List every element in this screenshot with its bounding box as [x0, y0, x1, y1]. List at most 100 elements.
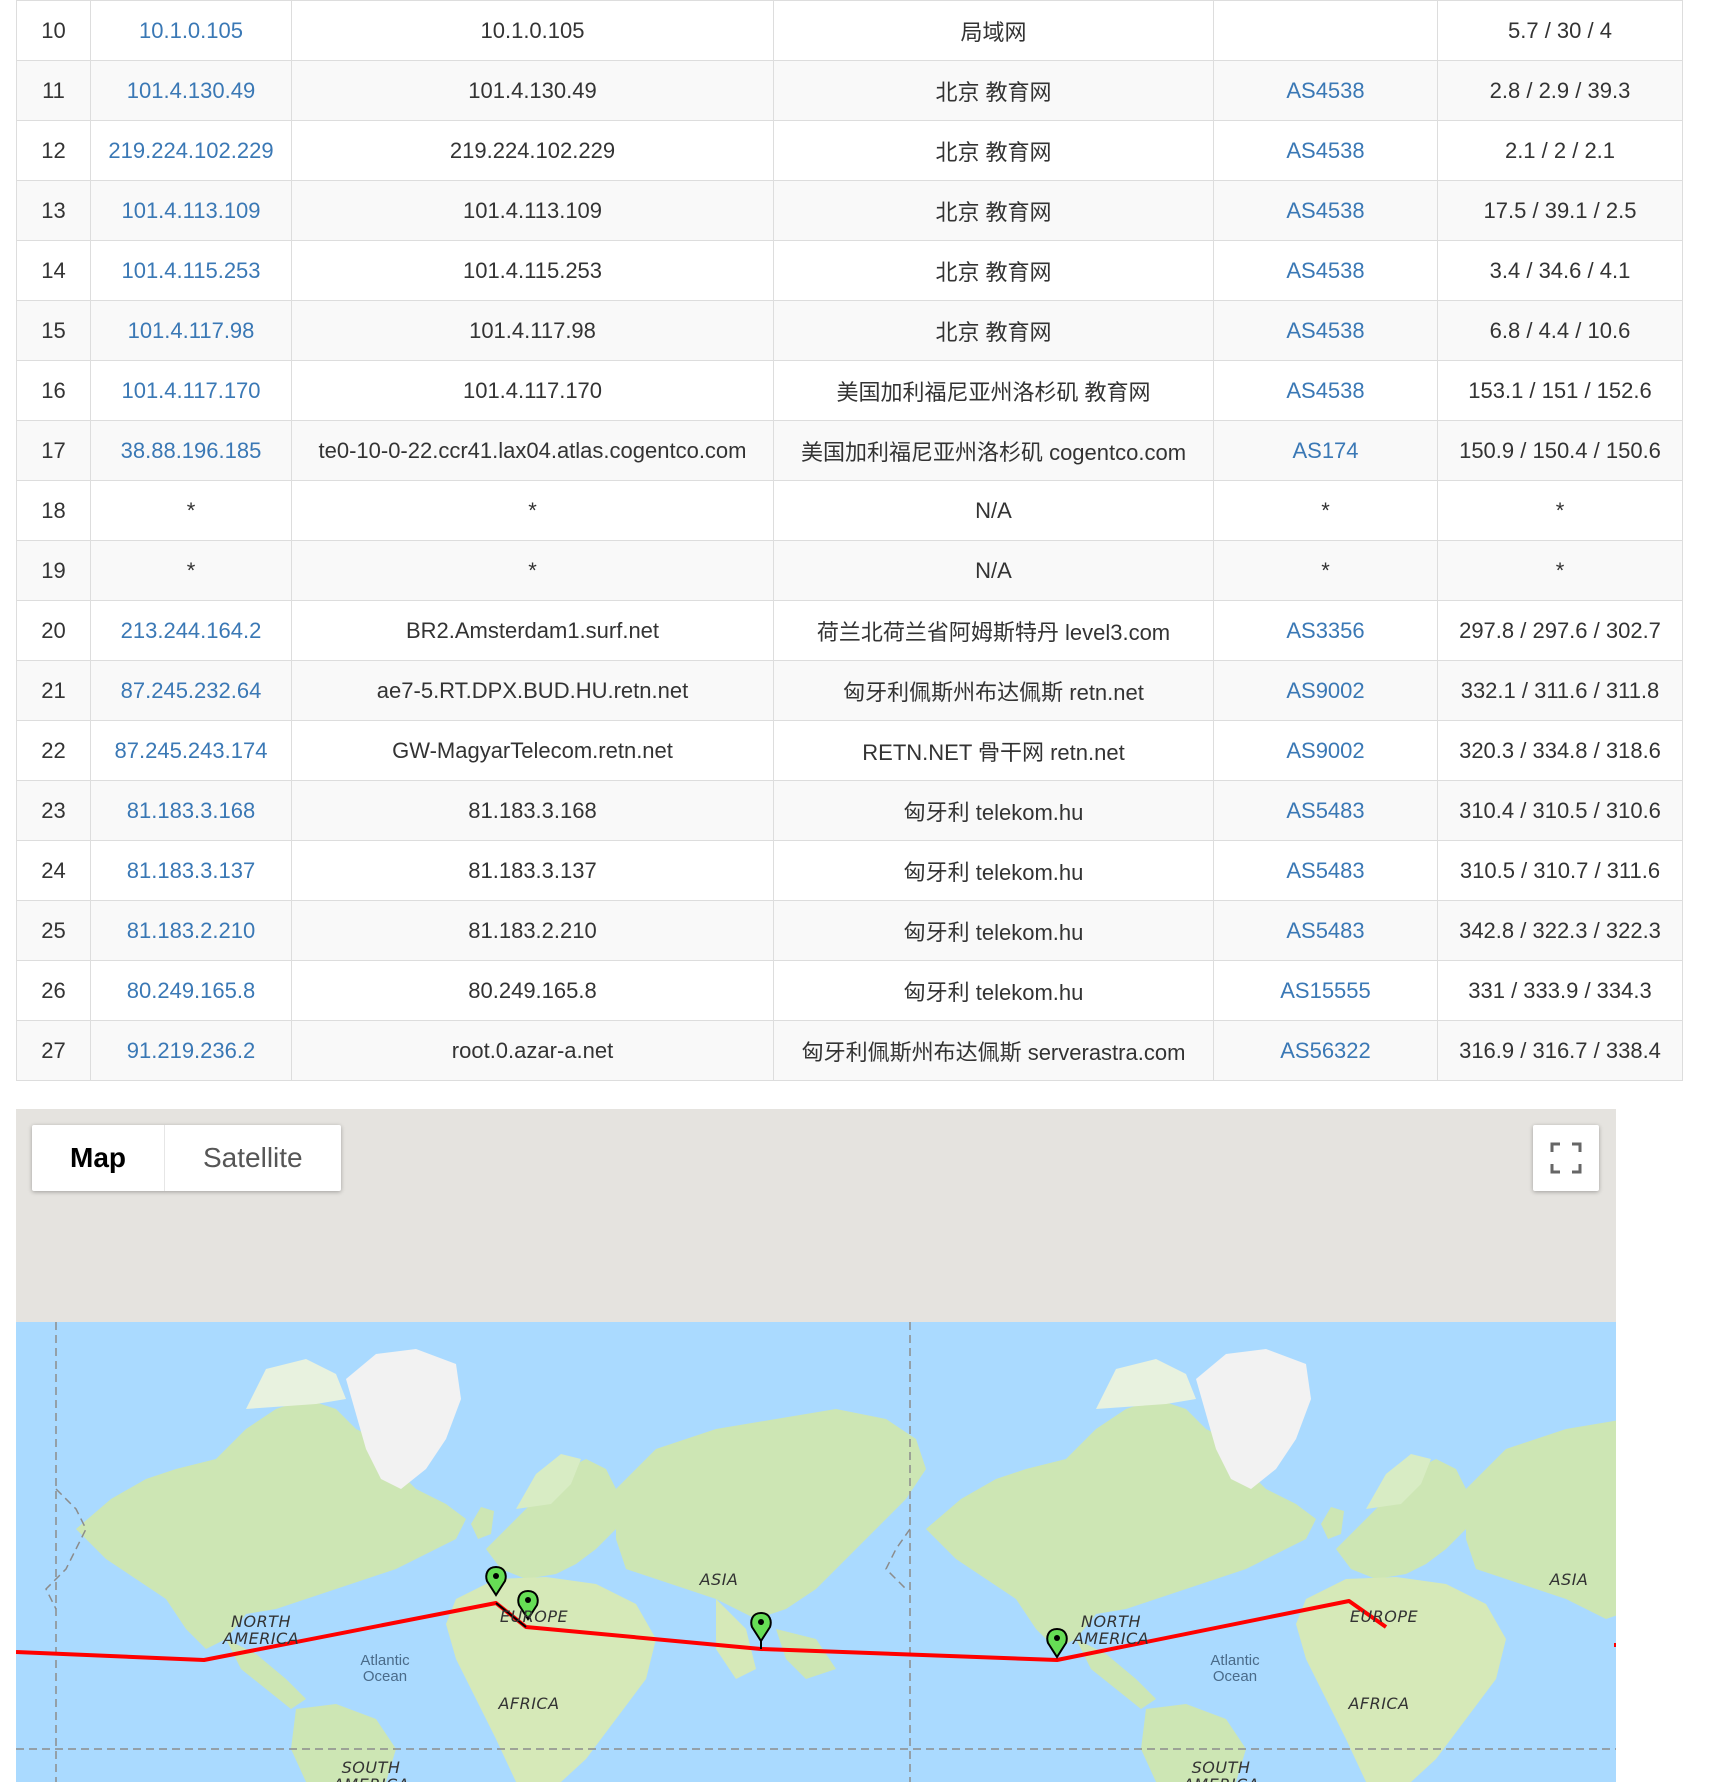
table-row: 18 * * N/A * *	[16, 480, 1683, 541]
ip-link[interactable]: 213.244.164.2	[90, 600, 292, 661]
route-map[interactable]: NORTH AMERICA EUROPE ASIA AFRICA SOUTH A…	[16, 1109, 1616, 1782]
location-cell: N/A	[773, 540, 1214, 601]
latency-cell: 3.4 / 34.6 / 4.1	[1437, 240, 1683, 301]
ip-link: *	[90, 540, 292, 601]
asn-link	[1213, 0, 1438, 61]
hostname-cell: BR2.Amsterdam1.surf.net	[291, 600, 774, 661]
asn-link[interactable]: AS4538	[1213, 120, 1438, 181]
hop-number-cell: 25	[16, 900, 91, 961]
asn-link[interactable]: AS4538	[1213, 360, 1438, 421]
traceroute-table-container: 10 10.1.0.105 10.1.0.105 局域网 5.7 / 30 / 4 11 1…	[16, 0, 1683, 1081]
ip-link[interactable]: 38.88.196.185	[90, 420, 292, 481]
location-cell: 北京 教育网	[773, 60, 1214, 121]
ip-link[interactable]: 101.4.117.98	[90, 300, 292, 361]
table-row: 13 101.4.113.109 101.4.113.109 北京 教育网 AS4538…	[16, 180, 1683, 241]
ip-link[interactable]: 81.183.3.137	[90, 840, 292, 901]
location-cell: 荷兰北荷兰省阿姆斯特丹 level3.com	[773, 600, 1214, 661]
location-cell: 局域网	[773, 0, 1214, 61]
hop-number-cell: 20	[16, 600, 91, 661]
hostname-cell: GW-MagyarTelecom.retn.net	[291, 720, 774, 781]
location-cell: 美国加利福尼亚州洛杉矶 cogentco.com	[773, 420, 1214, 481]
ip-link[interactable]: 87.245.232.64	[90, 660, 292, 721]
map-label-europe: EUROPE	[499, 1607, 569, 1626]
table-row: 27 91.219.236.2 root.0.azar-a.net 匈牙利佩斯州布达佩…	[16, 1020, 1683, 1081]
map-label-atlantic: Atlantic Ocean	[1210, 1652, 1260, 1685]
hop-number-cell: 27	[16, 1020, 91, 1081]
table-row: 24 81.183.3.137 81.183.3.137 匈牙利 telekom.hu…	[16, 840, 1683, 901]
asn-link[interactable]: AS5483	[1213, 840, 1438, 901]
asn-link[interactable]: AS15555	[1213, 960, 1438, 1021]
hostname-cell: *	[291, 480, 774, 541]
asn-link[interactable]: AS9002	[1213, 660, 1438, 721]
ip-link[interactable]: 101.4.117.170	[90, 360, 292, 421]
table-row: 19 * * N/A * *	[16, 540, 1683, 601]
location-cell: 匈牙利 telekom.hu	[773, 900, 1214, 961]
latency-cell: 310.4 / 310.5 / 310.6	[1437, 780, 1683, 841]
asn-link[interactable]: AS4538	[1213, 60, 1438, 121]
latency-cell: 5.7 / 30 / 4	[1437, 0, 1683, 61]
asn-link[interactable]: AS4538	[1213, 240, 1438, 301]
latency-cell: 316.9 / 316.7 / 338.4	[1437, 1020, 1683, 1081]
map-label-south-america: SOUTH AMERICA	[333, 1758, 409, 1782]
hostname-cell: *	[291, 540, 774, 601]
location-cell: 北京 教育网	[773, 240, 1214, 301]
hostname-cell: 10.1.0.105	[291, 0, 774, 61]
ip-link[interactable]: 10.1.0.105	[90, 0, 292, 61]
map-label-south-america: SOUTH AMERICA	[1183, 1758, 1259, 1782]
asn-link[interactable]: AS174	[1213, 420, 1438, 481]
map-label-africa: AFRICA	[498, 1694, 560, 1713]
location-cell: RETN.NET 骨干网 retn.net	[773, 720, 1214, 781]
ip-link[interactable]: 81.183.3.168	[90, 780, 292, 841]
table-row: 15 101.4.117.98 101.4.117.98 北京 教育网 AS4538 6.…	[16, 300, 1683, 361]
map-type-satellite-button[interactable]: Satellite	[164, 1125, 341, 1191]
hostname-cell: 81.183.2.210	[291, 900, 774, 961]
asn-link[interactable]: AS9002	[1213, 720, 1438, 781]
ip-link[interactable]: 91.219.236.2	[90, 1020, 292, 1081]
asn-link[interactable]: AS4538	[1213, 300, 1438, 361]
asn-link: *	[1213, 540, 1438, 601]
asn-link[interactable]: AS4538	[1213, 180, 1438, 241]
ip-link[interactable]: 219.224.102.229	[90, 120, 292, 181]
asn-link[interactable]: AS5483	[1213, 900, 1438, 961]
ip-link[interactable]: 87.245.243.174	[90, 720, 292, 781]
location-cell: N/A	[773, 480, 1214, 541]
hostname-cell: 101.4.117.98	[291, 300, 774, 361]
hop-number-cell: 23	[16, 780, 91, 841]
ip-link[interactable]: 81.183.2.210	[90, 900, 292, 961]
hostname-cell: 101.4.115.253	[291, 240, 774, 301]
hostname-cell: te0-10-0-22.ccr41.lax04.atlas.cogentco.c…	[291, 420, 774, 481]
table-row: 12 219.224.102.229 219.224.102.229 北京 教育网 AS…	[16, 120, 1683, 181]
ip-link[interactable]: 101.4.130.49	[90, 60, 292, 121]
hop-number-cell: 11	[16, 60, 91, 121]
fullscreen-button[interactable]	[1533, 1125, 1599, 1191]
hostname-cell: 101.4.130.49	[291, 60, 774, 121]
table-row: 20 213.244.164.2 BR2.Amsterdam1.surf.net 荷兰…	[16, 600, 1683, 661]
table-row: 10 10.1.0.105 10.1.0.105 局域网 5.7 / 30 / 4	[16, 0, 1683, 61]
location-cell: 匈牙利 telekom.hu	[773, 960, 1214, 1021]
latency-cell: *	[1437, 540, 1683, 601]
hop-number-cell: 12	[16, 120, 91, 181]
asn-link[interactable]: AS56322	[1213, 1020, 1438, 1081]
hop-number-cell: 10	[16, 0, 91, 61]
map-type-map-button[interactable]: Map	[32, 1125, 164, 1191]
latency-cell: 17.5 / 39.1 / 2.5	[1437, 180, 1683, 241]
hostname-cell: ae7-5.RT.DPX.BUD.HU.retn.net	[291, 660, 774, 721]
location-cell: 匈牙利佩斯州布达佩斯 retn.net	[773, 660, 1214, 721]
map-label-africa: AFRICA	[1348, 1694, 1410, 1713]
table-row: 22 87.245.243.174 GW-MagyarTelecom.retn.ne…	[16, 720, 1683, 781]
hostname-cell: 219.224.102.229	[291, 120, 774, 181]
ip-link: *	[90, 480, 292, 541]
map-label-asia: ASIA	[1549, 1570, 1589, 1589]
location-cell: 美国加利福尼亚州洛杉矶 教育网	[773, 360, 1214, 421]
hostname-cell: 101.4.113.109	[291, 180, 774, 241]
hop-number-cell: 14	[16, 240, 91, 301]
hop-number-cell: 24	[16, 840, 91, 901]
world-map-canvas[interactable]	[16, 1109, 1616, 1782]
location-cell: 北京 教育网	[773, 180, 1214, 241]
ip-link[interactable]: 80.249.165.8	[90, 960, 292, 1021]
latency-cell: 332.1 / 311.6 / 311.8	[1437, 660, 1683, 721]
asn-link[interactable]: AS5483	[1213, 780, 1438, 841]
ip-link[interactable]: 101.4.115.253	[90, 240, 292, 301]
asn-link[interactable]: AS3356	[1213, 600, 1438, 661]
ip-link[interactable]: 101.4.113.109	[90, 180, 292, 241]
